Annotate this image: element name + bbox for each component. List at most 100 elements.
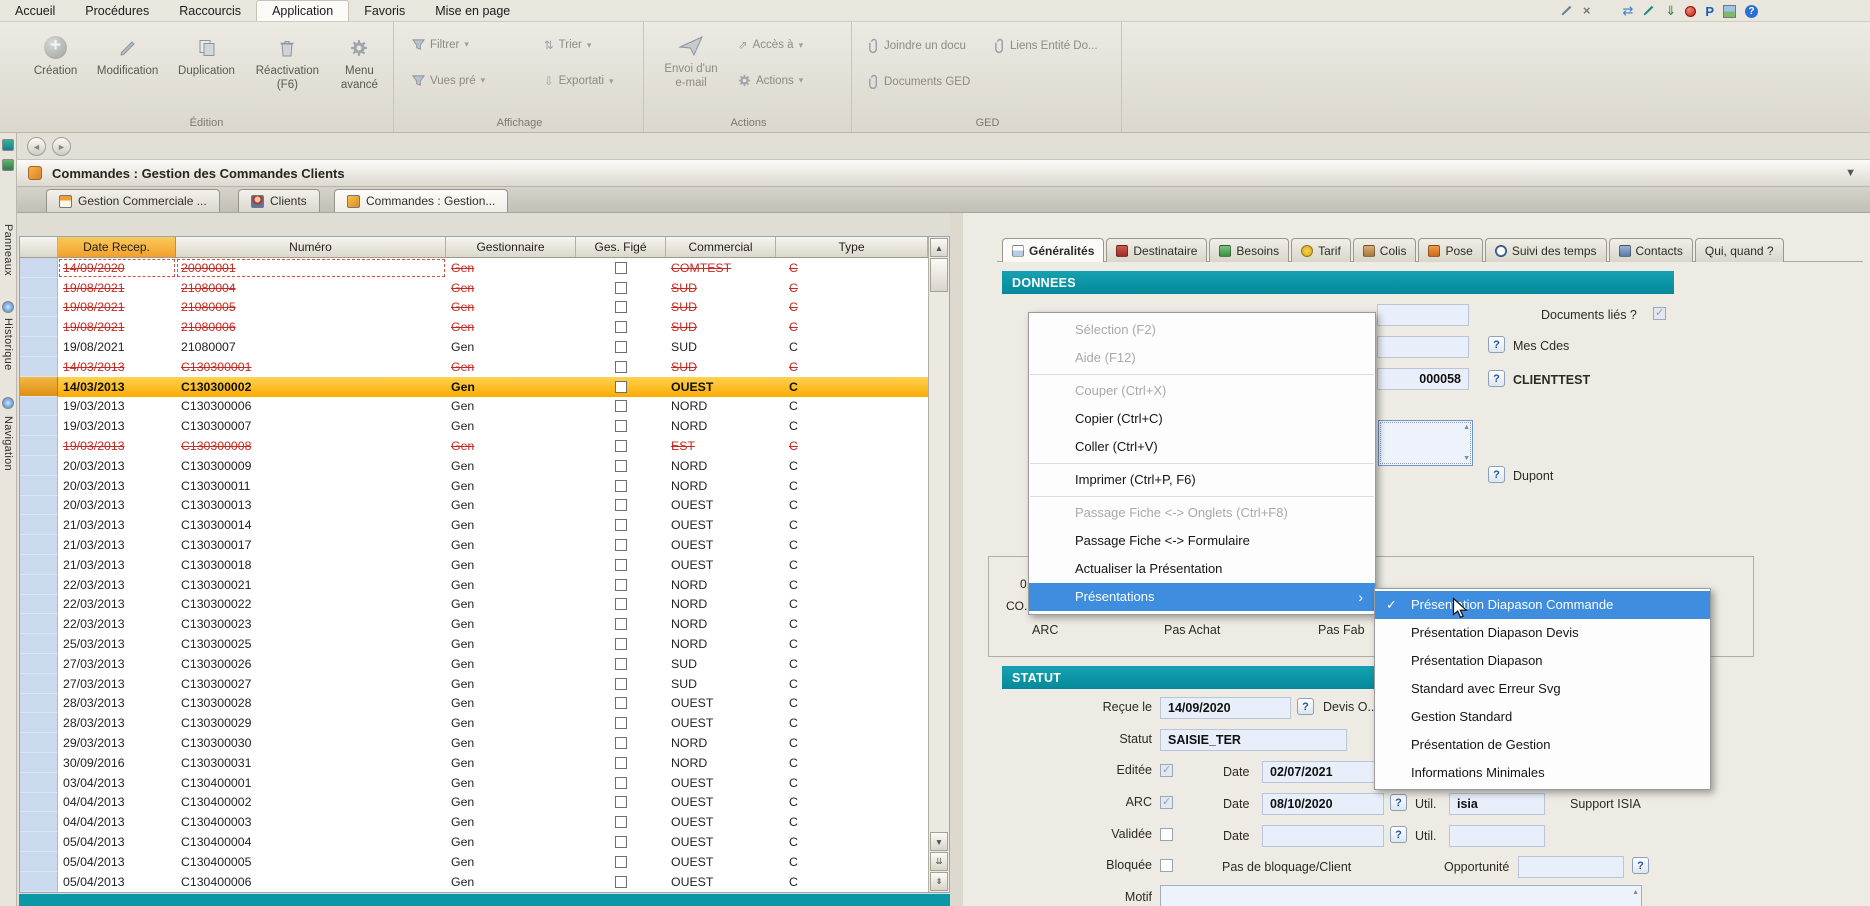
submenu-item-gestion-standard[interactable]: Gestion Standard — [1375, 703, 1710, 731]
client-help-button[interactable]: ? — [1488, 370, 1505, 387]
context-menu-item-actualiser-la-presentation[interactable]: Actualiser la Présentation — [1029, 555, 1375, 583]
sidebar-item-historique[interactable]: Historique — [2, 318, 14, 371]
table-row[interactable]: 27/03/2013C130300027GenSUDC — [20, 674, 928, 694]
motif-field[interactable]: ▲ — [1160, 885, 1642, 906]
panel-splitter[interactable] — [950, 213, 963, 906]
fige-checkbox[interactable] — [615, 321, 627, 333]
submenu-item-presentation-diapason[interactable]: Présentation Diapason — [1375, 647, 1710, 675]
fige-checkbox[interactable] — [615, 777, 627, 789]
panel-tab-suivi-des-temps[interactable]: Suivi des temps — [1485, 238, 1607, 262]
forward-button[interactable]: ► — [52, 137, 71, 156]
close-icon[interactable]: × — [1583, 4, 1591, 18]
table-row[interactable]: 20/03/2013C130300009GenNORDC — [20, 456, 928, 476]
table-row[interactable]: 21/03/2013C130300018GenOUESTC — [20, 555, 928, 575]
table-row[interactable]: 21/03/2013C130300017GenOUESTC — [20, 535, 928, 555]
donnees-field-1[interactable] — [1377, 304, 1469, 326]
column-header-commercial[interactable]: Commercial — [666, 237, 776, 258]
table-row[interactable]: 30/09/2016C130300031GenNORDC — [20, 753, 928, 773]
fige-checkbox[interactable] — [615, 420, 627, 432]
row-selector[interactable] — [20, 832, 58, 852]
page-down-icon[interactable]: ⇊ — [930, 852, 948, 871]
back-button[interactable]: ◄ — [27, 137, 46, 156]
panel-tab-colis[interactable]: Colis — [1353, 238, 1417, 262]
documents-ged-button[interactable]: Documents GED — [868, 74, 970, 89]
panel-tab-pose[interactable]: Pose — [1418, 238, 1482, 262]
column-header-date[interactable]: Date Recep. — [58, 237, 176, 258]
table-row[interactable]: 19/08/202121080005GenSUDC — [20, 298, 928, 318]
image-icon[interactable] — [1723, 5, 1736, 18]
modification-button[interactable]: Modification — [87, 32, 168, 93]
fige-checkbox[interactable] — [615, 440, 627, 452]
fige-checkbox[interactable] — [615, 737, 627, 749]
dropdown-caret-icon[interactable]: ▼ — [1845, 167, 1856, 179]
editee-date-field[interactable]: 02/07/2021 — [1262, 761, 1384, 783]
table-row[interactable]: 14/09/202020090001GenCOMTESTC — [20, 258, 928, 278]
table-row[interactable]: 14/03/2013C130300001GenSUDC — [20, 357, 928, 377]
sidebar-item-navigation[interactable]: Navigation — [2, 416, 14, 471]
row-selector[interactable] — [20, 654, 58, 674]
row-selector[interactable] — [20, 357, 58, 377]
table-row[interactable]: 20/03/2013C130300011GenNORDC — [20, 476, 928, 496]
row-selector[interactable] — [20, 337, 58, 357]
fige-checkbox[interactable] — [615, 361, 627, 373]
context-menu-item-coller-ctrl-v[interactable]: Coller (Ctrl+V) — [1029, 433, 1375, 461]
documents-lies-checkbox[interactable] — [1653, 307, 1666, 320]
row-selector[interactable] — [20, 555, 58, 575]
fige-checkbox[interactable] — [615, 757, 627, 769]
context-menu-item-aide-f12[interactable]: Aide (F12) — [1029, 344, 1375, 372]
table-row[interactable]: 14/03/2013C130300002GenOUESTC — [20, 377, 928, 397]
row-selector[interactable] — [20, 476, 58, 496]
submenu-item-informations-minimales[interactable]: Informations Minimales — [1375, 759, 1710, 787]
table-row[interactable]: 19/03/2013C130300008GenESTC — [20, 436, 928, 456]
row-selector[interactable] — [20, 377, 58, 397]
arc-util-help-button[interactable]: ? — [1390, 794, 1407, 811]
panel-tab-destinataire[interactable]: Destinataire — [1106, 238, 1207, 262]
context-menu-item-passage-fiche-formulaire[interactable]: Passage Fiche <-> Formulaire — [1029, 527, 1375, 555]
editee-checkbox[interactable] — [1160, 764, 1173, 777]
table-row[interactable]: 19/03/2013C130300006GenNORDC — [20, 397, 928, 417]
fige-checkbox[interactable] — [615, 341, 627, 353]
context-menu-item-selection-f2[interactable]: Sélection (F2) — [1029, 316, 1375, 344]
menubar-item-procedures[interactable]: Procédures — [70, 0, 164, 21]
row-selector[interactable] — [20, 496, 58, 516]
context-menu-item-passage-fiche-onglets-ctrl-f8[interactable]: Passage Fiche <-> Onglets (Ctrl+F8) — [1029, 499, 1375, 527]
exporter-button[interactable]: ⇩ Exportati▾ — [544, 74, 614, 88]
validee-util-help-button[interactable]: ? — [1390, 826, 1407, 843]
fige-checkbox[interactable] — [615, 579, 627, 591]
table-row[interactable]: 19/03/2013C130300007GenNORDC — [20, 416, 928, 436]
validee-date-field[interactable] — [1262, 825, 1384, 847]
column-header-ges-fige[interactable]: Ges. Figé — [576, 237, 666, 258]
spin-up-icon[interactable]: ▲ — [1463, 424, 1470, 431]
table-row[interactable]: 22/03/2013C130300022GenNORDC — [20, 595, 928, 615]
recue-le-field[interactable]: 14/09/2020 — [1160, 697, 1291, 719]
column-header-gestionnaire[interactable]: Gestionnaire — [446, 237, 576, 258]
pen-icon[interactable] — [1642, 3, 1656, 20]
fige-checkbox[interactable] — [615, 400, 627, 412]
row-selector[interactable] — [20, 773, 58, 793]
menu-avance-button[interactable]: Menu avancé — [330, 32, 389, 93]
menubar-item-accueil[interactable]: Accueil — [0, 0, 70, 21]
reactivation-button[interactable]: Réactivation (F6) — [245, 32, 330, 93]
menubar-item-mise-en-page[interactable]: Mise en page — [420, 0, 525, 21]
menubar-item-raccourcis[interactable]: Raccourcis — [164, 0, 256, 21]
scroll-up-icon[interactable]: ▲ — [930, 238, 948, 257]
fige-checkbox[interactable] — [615, 381, 627, 393]
row-selector[interactable] — [20, 298, 58, 318]
mes-cdes-help-button[interactable]: ? — [1488, 336, 1505, 353]
row-selector[interactable] — [20, 278, 58, 298]
row-selector[interactable] — [20, 456, 58, 476]
scroll-down-icon[interactable]: ▼ — [930, 832, 948, 851]
submenu-item-presentation-de-gestion[interactable]: Présentation de Gestion — [1375, 731, 1710, 759]
table-row[interactable]: 25/03/2013C130300025GenNORDC — [20, 634, 928, 654]
row-selector[interactable] — [20, 614, 58, 634]
fige-checkbox[interactable] — [615, 499, 627, 511]
contact-help-button[interactable]: ? — [1488, 466, 1505, 483]
context-menu-item-couper-ctrl-x[interactable]: Couper (Ctrl+X) — [1029, 377, 1375, 405]
table-row[interactable]: 28/03/2013C130300028GenOUESTC — [20, 694, 928, 714]
table-row[interactable]: 19/08/202121080007GenSUDC — [20, 337, 928, 357]
menubar-item-application[interactable]: Application — [256, 0, 349, 21]
panel-tab-besoins[interactable]: Besoins — [1209, 238, 1289, 262]
row-selector[interactable] — [20, 436, 58, 456]
table-row[interactable]: 22/03/2013C130300023GenNORDC — [20, 614, 928, 634]
submenu-item-presentation-diapason-devis[interactable]: Présentation Diapason Devis — [1375, 619, 1710, 647]
